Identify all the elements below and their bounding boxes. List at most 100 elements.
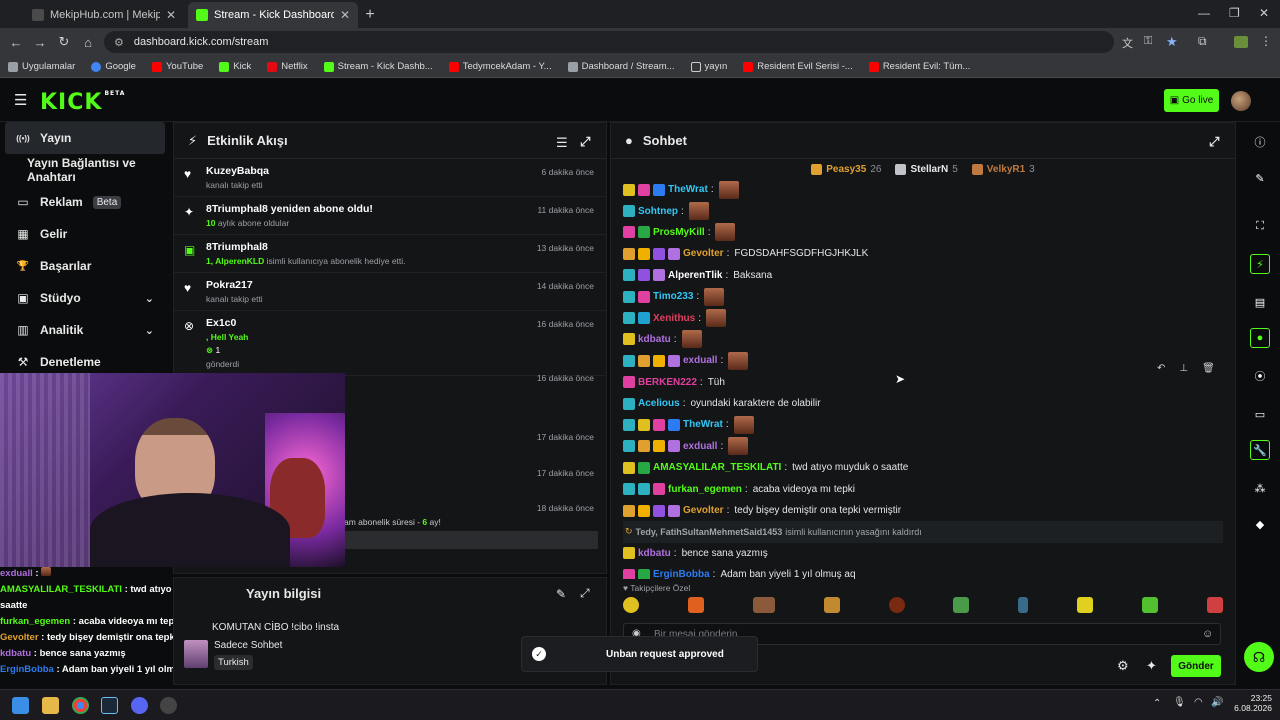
chat-badge-icon[interactable]	[653, 183, 665, 196]
sidebar-item-stream-key[interactable]: Yayın Bağlantısı ve Anahtarı	[0, 154, 170, 186]
sidebar-item-reklam[interactable]: ▭ Reklam Beta	[0, 186, 170, 218]
popout-icon[interactable]: ⤢	[1209, 134, 1219, 150]
chat-username[interactable]: kdbatu	[638, 548, 671, 559]
bookmark-resident-evil-1[interactable]: Resident Evil Serisi -...	[743, 61, 853, 72]
chat-badge-icon[interactable]	[623, 376, 635, 389]
emote-icon[interactable]	[953, 597, 970, 613]
maximize-icon[interactable]: ❐	[1229, 6, 1240, 20]
sidebar-item-yayin[interactable]: ((•)) Yayın	[5, 122, 165, 154]
new-tab-button[interactable]: +	[358, 2, 382, 28]
chat-badge-icon[interactable]	[653, 354, 665, 367]
emote-icon[interactable]	[718, 180, 739, 199]
chat-message[interactable]: Xenithus:	[623, 307, 1223, 328]
translate-icon[interactable]: 文	[1122, 35, 1133, 51]
forward-icon[interactable]: →	[28, 35, 52, 50]
chat-badge-icon[interactable]	[623, 568, 635, 579]
chat-username[interactable]: BERKEN222	[638, 377, 697, 388]
chat-username[interactable]: ProsMyKill	[653, 227, 705, 238]
close-tab-icon[interactable]: ✕	[340, 8, 350, 22]
chat-badge-icon[interactable]	[668, 247, 680, 260]
chat-badge-icon[interactable]	[638, 226, 650, 239]
chat-badge-icon[interactable]	[653, 504, 665, 517]
microphone-icon[interactable]: 🎙	[1173, 697, 1186, 708]
chevron-down-icon[interactable]: ⌄	[145, 292, 154, 305]
chat-username[interactable]: Sohtnep	[638, 206, 678, 217]
chat-badge-icon[interactable]	[623, 504, 635, 517]
chat-username[interactable]: Gevolter	[683, 248, 724, 259]
sidebar-item-basarilar[interactable]: 🏆 Başarılar	[0, 250, 170, 282]
menu-dots-icon[interactable]: ⋮	[1260, 34, 1272, 48]
discord-icon[interactable]	[131, 697, 148, 714]
info-icon[interactable]: ⓘ	[1250, 132, 1270, 152]
bookmark-kick-dashboard[interactable]: Stream - Kick Dashb...	[323, 61, 433, 72]
chat-bubble-icon[interactable]: ●	[1250, 328, 1270, 348]
chat-message[interactable]: AMASYALILAR_TESKILATI: twd atıyo muyduk o…	[623, 457, 1223, 478]
chat-message[interactable]: kdbatu: bence sana yazmış	[623, 543, 1223, 564]
chat-message[interactable]: ProsMyKill:	[623, 222, 1223, 243]
chat-badge-icon[interactable]	[638, 312, 650, 325]
chat-badge-icon[interactable]	[638, 504, 650, 517]
chat-message[interactable]: Sohtnep:	[623, 200, 1223, 221]
leaderboard-entry[interactable]: VelkyR1 3	[971, 163, 1035, 175]
popout-icon[interactable]: ⤢	[580, 586, 590, 601]
emote-icon[interactable]	[888, 597, 905, 613]
chat-badge-icon[interactable]	[623, 290, 635, 303]
bookmark-resident-evil-2[interactable]: Resident Evil: Tüm...	[868, 61, 970, 72]
chat-username[interactable]: Xenithus	[653, 313, 695, 324]
emote-icon[interactable]	[1077, 597, 1094, 613]
emote-icon[interactable]	[688, 202, 709, 221]
chat-badge-icon[interactable]	[623, 354, 635, 367]
broadcast-icon[interactable]: ⦿	[1250, 366, 1270, 386]
chat-message[interactable]: Gevolter: tedy bişey demiştir ona tepki v…	[623, 500, 1223, 521]
filter-icon[interactable]: ☰	[556, 135, 568, 151]
steam-icon[interactable]	[101, 697, 118, 714]
home-icon[interactable]: ⌂	[76, 35, 100, 50]
chat-badge-icon[interactable]	[623, 205, 635, 218]
terminal-icon[interactable]: ▭	[1250, 404, 1270, 424]
bookmark-tedymcek[interactable]: TedymcekAdam - Y...	[448, 61, 552, 72]
chat-message[interactable]: TheWrat:	[623, 414, 1223, 435]
chat-badge-icon[interactable]	[653, 440, 665, 453]
emote-icon[interactable]	[715, 223, 736, 242]
network-icon[interactable]: ◠	[1194, 697, 1203, 708]
chat-username[interactable]: exduall	[683, 441, 717, 452]
chat-badge-icon[interactable]	[623, 312, 635, 325]
obs-icon[interactable]	[160, 697, 177, 714]
browser-tab-kick[interactable]: Stream - Kick Dashboard ✕	[188, 2, 358, 28]
bookmark-google[interactable]: Google	[91, 61, 136, 72]
edit-pencil-icon[interactable]: ✎	[1250, 168, 1270, 188]
reply-icon[interactable]: ↶	[1157, 363, 1165, 374]
settings-gear-icon[interactable]: ⚙	[1117, 658, 1129, 674]
taskbar-clock[interactable]: 23:25 6.08.2026	[1232, 693, 1272, 713]
chat-username[interactable]: TheWrat	[668, 184, 708, 195]
bookmark-star-icon[interactable]: ★	[1166, 34, 1178, 50]
chat-username[interactable]: kdbatu	[638, 334, 671, 345]
chat-badge-icon[interactable]	[623, 440, 635, 453]
emote-icon[interactable]	[733, 415, 754, 434]
chat-badge-icon[interactable]	[623, 247, 635, 260]
chat-badge-icon[interactable]	[623, 547, 635, 560]
chat-badge-icon[interactable]	[623, 397, 635, 410]
emote-icon[interactable]	[1142, 597, 1158, 613]
chrome-icon[interactable]	[72, 697, 89, 714]
extensions-icon[interactable]: ⧉	[1198, 34, 1207, 49]
back-icon[interactable]: ←	[4, 35, 28, 50]
site-info-icon[interactable]: ⚙	[114, 36, 124, 49]
emote-icon[interactable]	[1018, 597, 1029, 613]
chat-badge-icon[interactable]	[668, 354, 680, 367]
chat-badge-icon[interactable]	[638, 269, 650, 282]
emoji-icon[interactable]: ☺	[1202, 628, 1213, 640]
leaderboard-entry[interactable]: StellarN 5	[895, 163, 958, 175]
share-icon[interactable]: ⁂	[1250, 478, 1270, 498]
browser-tab-mekiphub[interactable]: MekipHub.com | Mekip Yayıncı ✕	[24, 2, 184, 28]
avatar[interactable]	[1231, 91, 1251, 111]
edit-pencil-icon[interactable]: ✎	[556, 587, 566, 601]
emote-icon[interactable]	[728, 437, 749, 456]
wrench-icon[interactable]: 🔧	[1250, 440, 1270, 460]
bookmark-dashboard-stream[interactable]: Dashboard / Stream...	[567, 61, 675, 72]
chat-username[interactable]: AMASYALILAR_TESKILATI	[653, 462, 781, 473]
chat-badge-icon[interactable]	[668, 440, 680, 453]
lightning-icon[interactable]: ⚡	[1250, 254, 1270, 274]
chat-badge-icon[interactable]	[638, 247, 650, 260]
bookmark-kick[interactable]: Kick	[219, 61, 251, 72]
